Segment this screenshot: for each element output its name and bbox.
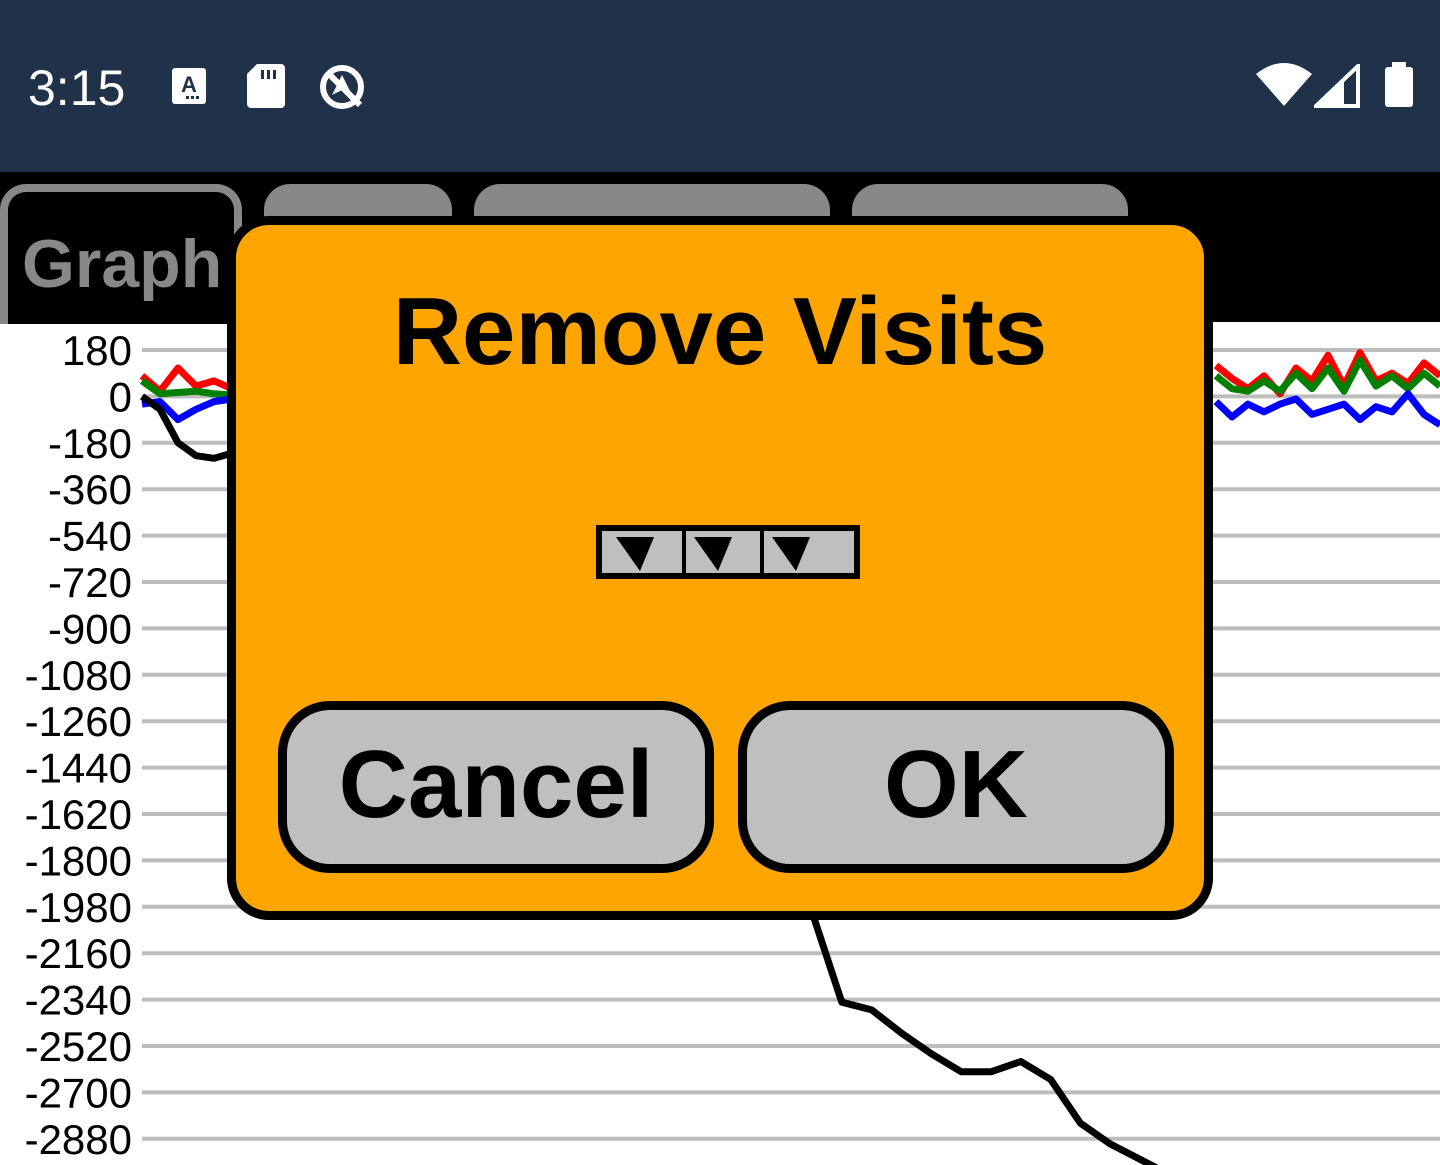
battery-icon: [1383, 62, 1415, 113]
y-tick-label: -2340: [25, 977, 132, 1024]
y-tick-label: -2160: [25, 930, 132, 977]
keyboard-a-icon: A: [172, 68, 208, 111]
status-time: 3:15: [28, 60, 126, 116]
svg-text:A: A: [181, 72, 197, 97]
series-line-blue: [1213, 390, 1440, 428]
dialog-title: Remove Visits: [392, 278, 1048, 385]
y-tick-label: -1260: [25, 698, 132, 745]
status-bar: 3:15 A: [0, 0, 1440, 172]
series-line-black: [808, 910, 1159, 1165]
series-line-black: [139, 393, 233, 462]
y-tick-label: -360: [48, 466, 132, 513]
y-tick-label: -2520: [25, 1023, 132, 1070]
no-location-icon: [318, 63, 368, 118]
y-tick-label: -900: [48, 605, 132, 652]
y-tick-label: -1620: [25, 791, 132, 838]
y-tick-label: 0: [109, 373, 132, 420]
y-tick-label: -1080: [25, 652, 132, 699]
y-tick-label: -1440: [25, 745, 132, 792]
series-line-green: [1213, 356, 1440, 395]
y-tick-label: -2880: [25, 1116, 132, 1163]
y-tick-label: -1980: [25, 884, 132, 931]
y-tick-label: -2700: [25, 1069, 132, 1116]
wifi-icon: [1256, 62, 1312, 113]
y-tick-label: -540: [48, 513, 132, 560]
visits-number-picker[interactable]: [596, 525, 860, 579]
cell-signal-icon: [1311, 61, 1360, 113]
cancel-button[interactable]: Cancel: [278, 701, 714, 873]
remove-visits-dialog: Remove Visits Cancel OK: [227, 216, 1213, 920]
y-tick-label: 180: [62, 327, 132, 374]
tab-graph-label: Graph: [22, 226, 223, 302]
y-tick-label: -1800: [25, 837, 132, 884]
ok-button[interactable]: OK: [738, 701, 1174, 873]
sd-card-icon: [247, 64, 285, 113]
y-tick-label: -720: [48, 559, 132, 606]
y-tick-label: -180: [48, 420, 132, 467]
tab-graph[interactable]: Graph: [0, 184, 242, 324]
